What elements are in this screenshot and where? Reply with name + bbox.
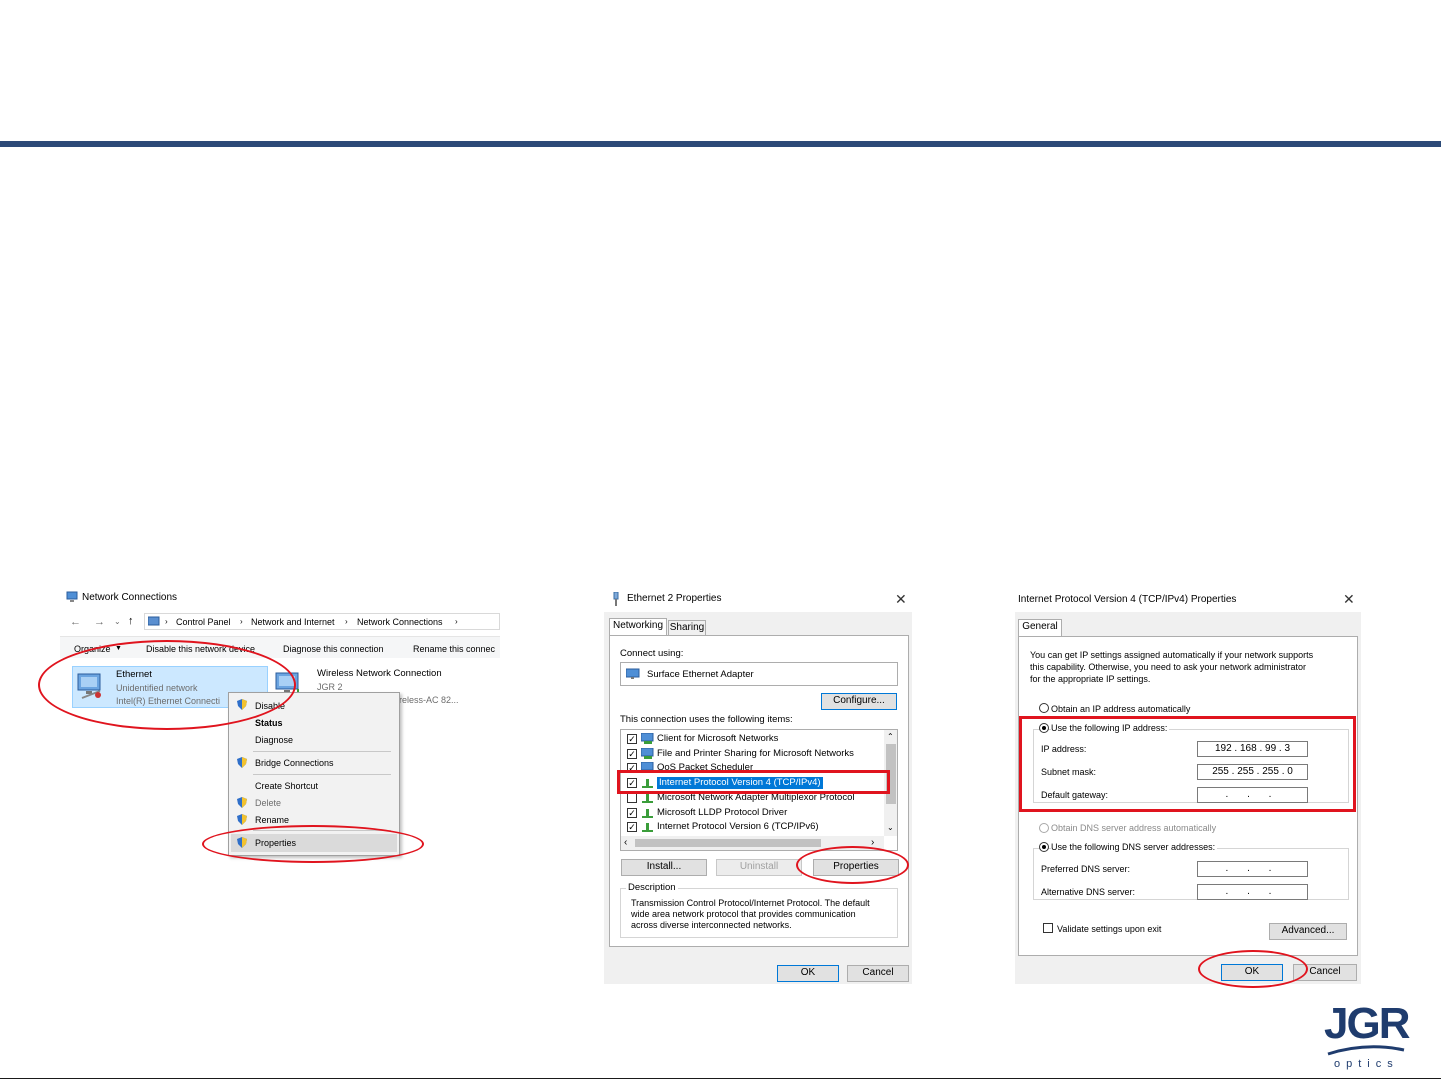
- install-button[interactable]: Install...: [621, 859, 707, 876]
- validate-label: Validate settings upon exit: [1057, 924, 1162, 934]
- preferred-dns-label: Preferred DNS server:: [1041, 864, 1131, 874]
- auto-dns-radio[interactable]: [1039, 823, 1049, 833]
- connect-using-label: Connect using:: [620, 648, 684, 659]
- dialog-title: Internet Protocol Version 4 (TCP/IPv4) P…: [1018, 594, 1237, 605]
- hscrollbar-thumb[interactable]: [635, 839, 821, 847]
- footer-rule: [0, 1078, 1441, 1079]
- wireless-name[interactable]: Wireless Network Connection: [317, 668, 442, 680]
- auto-dns-label: Obtain DNS server address automatically: [1051, 823, 1217, 833]
- scroll-down-icon[interactable]: ⌄: [887, 822, 894, 834]
- validate-checkbox[interactable]: [1043, 923, 1053, 933]
- uac-shield-icon: [237, 814, 247, 825]
- breadcrumb-item[interactable]: Control Panel: [176, 616, 231, 628]
- forward-arrow-icon[interactable]: →: [94, 616, 105, 628]
- close-icon[interactable]: ✕: [895, 592, 907, 606]
- highlight-ellipse-properties-button: [796, 846, 909, 884]
- alternative-dns-label: Alternative DNS server:: [1041, 887, 1136, 897]
- auto-ip-radio[interactable]: [1039, 703, 1049, 713]
- adapter-box: Surface Ethernet Adapter: [620, 662, 898, 686]
- list-item[interactable]: ✓ Internet Protocol Version 6 (TCP/IPv6): [623, 820, 881, 834]
- description-line: across diverse interconnected networks.: [631, 920, 792, 930]
- uac-shield-icon: [237, 797, 247, 808]
- network-adapter-icon: [626, 668, 640, 679]
- scroll-up-icon[interactable]: ⌃: [887, 731, 894, 743]
- highlight-ellipse-ethernet: [38, 640, 296, 730]
- intro-line: You can get IP settings assigned automat…: [1030, 650, 1314, 660]
- list-item[interactable]: ✓ Client for Microsoft Networks: [623, 732, 881, 746]
- preferred-dns-field[interactable]: . . .: [1197, 861, 1308, 877]
- highlight-ellipse-properties-menu: [202, 825, 424, 863]
- diagnose-connection-button[interactable]: Diagnose this connection: [283, 643, 384, 655]
- menu-separator: [253, 774, 391, 775]
- address-bar[interactable]: › Control Panel › Network and Internet ›…: [144, 613, 500, 630]
- intro-line: this capability. Otherwise, you need to …: [1030, 662, 1306, 672]
- wireless-adapter-name: ireless-AC 82...: [397, 695, 459, 705]
- highlight-ellipse-ok-button: [1198, 950, 1308, 988]
- highlight-rect-ipv4-item: [617, 770, 890, 794]
- list-item-checkbox[interactable]: ✓: [627, 748, 637, 759]
- tab-sharing[interactable]: Sharing: [668, 620, 706, 635]
- recent-chevron-icon[interactable]: ⌄: [114, 616, 121, 628]
- header-accent-bar: [0, 141, 1441, 147]
- control-panel-icon: [148, 616, 160, 626]
- advanced-button[interactable]: Advanced...: [1269, 923, 1347, 940]
- breadcrumb-item[interactable]: Network Connections: [357, 616, 443, 628]
- cancel-button[interactable]: Cancel: [847, 965, 909, 982]
- list-item-checkbox[interactable]: ✓: [627, 734, 637, 744]
- tab-networking[interactable]: Networking: [609, 618, 667, 635]
- use-dns-radio[interactable]: [1039, 842, 1049, 852]
- tab-general[interactable]: General: [1018, 619, 1062, 636]
- logo-swoosh-icon: [1327, 1045, 1405, 1056]
- list-item-checkbox[interactable]: [627, 792, 637, 803]
- alternative-dns-field[interactable]: . . .: [1197, 884, 1308, 900]
- items-label: This connection uses the following items…: [620, 714, 793, 725]
- description-label: Description: [626, 882, 678, 894]
- uac-shield-icon: [237, 757, 247, 768]
- list-item-label: Internet Protocol Version 6 (TCP/IPv6): [657, 821, 819, 833]
- scroll-left-icon[interactable]: ‹: [624, 837, 627, 849]
- list-item-checkbox[interactable]: ✓: [627, 822, 637, 833]
- adapter-name: Surface Ethernet Adapter: [647, 669, 754, 680]
- back-arrow-icon[interactable]: ←: [70, 616, 81, 628]
- breadcrumb-sep-icon: ›: [345, 617, 348, 626]
- jgr-logo: JGR optics: [1322, 1000, 1412, 1074]
- use-dns-label: Use the following DNS server addresses:: [1051, 841, 1218, 853]
- menu-item-bridge-connections[interactable]: Bridge Connections: [255, 757, 334, 769]
- breadcrumb-item[interactable]: Network and Internet: [251, 616, 335, 628]
- intro-line: for the appropriate IP settings.: [1030, 674, 1151, 684]
- menu-item-delete[interactable]: Delete: [255, 797, 281, 809]
- highlight-rect-ip-settings: [1019, 716, 1356, 812]
- breadcrumb-sep-icon: ›: [455, 617, 458, 626]
- list-item-label: File and Printer Sharing for Microsoft N…: [657, 747, 854, 759]
- list-item-label: Microsoft LLDP Protocol Driver: [657, 806, 788, 818]
- window-title: Network Connections: [82, 592, 178, 603]
- ethernet-plug-icon: [613, 592, 619, 606]
- protocol-icon: [642, 808, 653, 818]
- menu-item-status[interactable]: Status: [255, 717, 283, 729]
- protocol-icon: [641, 747, 654, 759]
- up-arrow-icon[interactable]: ↑: [128, 615, 134, 627]
- breadcrumb-sep-icon: ›: [165, 617, 168, 626]
- list-item[interactable]: ✓ File and Printer Sharing for Microsoft …: [623, 747, 881, 761]
- auto-ip-label: Obtain an IP address automatically: [1051, 704, 1191, 714]
- ok-button[interactable]: OK: [777, 965, 839, 982]
- list-item-label: Client for Microsoft Networks: [657, 733, 779, 744]
- logo-brand-text: JGR: [1324, 999, 1410, 1048]
- list-item-checkbox[interactable]: ✓: [627, 807, 637, 818]
- configure-button[interactable]: Configure...: [821, 693, 897, 710]
- protocol-icon: [641, 733, 654, 744]
- rename-connection-button[interactable]: Rename this connec: [413, 643, 495, 655]
- breadcrumb-sep-icon: ›: [240, 617, 243, 626]
- protocol-icon: [642, 823, 653, 833]
- menu-item-create-shortcut[interactable]: Create Shortcut: [255, 780, 318, 792]
- menu-item-rename[interactable]: Rename: [255, 814, 289, 826]
- dialog-title: Ethernet 2 Properties: [627, 593, 722, 604]
- network-connections-icon: [66, 591, 78, 602]
- menu-item-diagnose[interactable]: Diagnose: [255, 734, 293, 746]
- close-icon[interactable]: ✕: [1343, 592, 1355, 606]
- menu-separator: [253, 751, 391, 752]
- uninstall-button[interactable]: Uninstall: [716, 859, 802, 876]
- list-item[interactable]: ✓ Microsoft LLDP Protocol Driver: [623, 806, 881, 820]
- logo-sub-text: optics: [1334, 1058, 1399, 1070]
